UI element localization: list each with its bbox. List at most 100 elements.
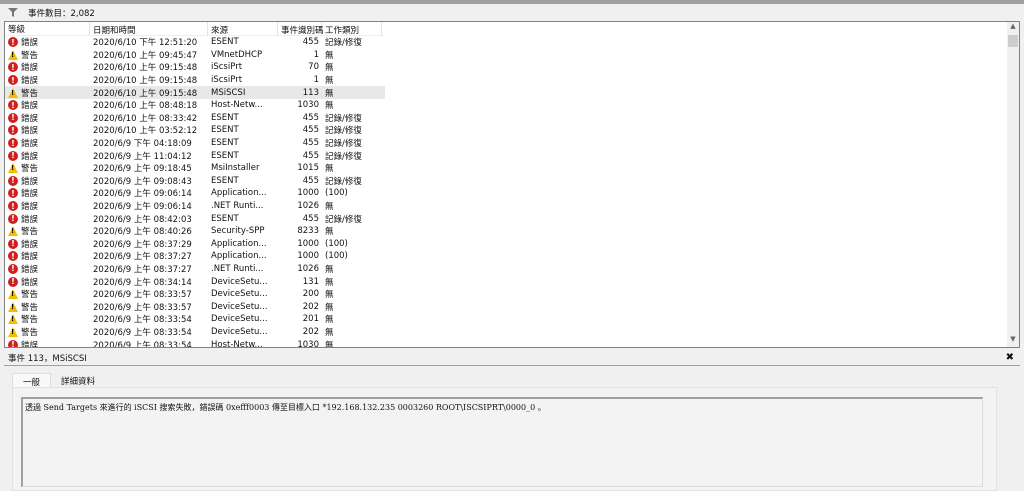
cell-category: 記錄/修復 [325,126,362,137]
cell-event-id: 1026 [297,263,319,274]
table-row[interactable]: ! 錯誤 2020/6/10 上午 08:48:18 Host-Netw... 1… [5,99,385,112]
vertical-scrollbar[interactable]: ▲ ▼ [1007,22,1019,347]
cell-level: ! 錯誤 [5,276,90,288]
error-icon: ! [8,201,18,212]
level-text: 錯誤 [21,76,39,87]
cell-event-id: 455 [302,125,319,136]
cell-source: Application... [211,238,267,249]
table-row[interactable]: ! 錯誤 2020/6/10 上午 03:52:12 ESENT 455 記錄/修… [5,124,385,137]
cell-date: 2020/6/9 上午 09:06:14 [93,189,192,200]
cell-date: 2020/6/10 上午 08:48:18 [93,101,198,112]
cell-category: 無 [325,340,334,348]
table-row[interactable]: ! 錯誤 2020/6/9 上午 08:42:03 ESENT 455 記錄/修復 [5,212,385,225]
error-icon: ! [8,263,18,274]
close-icon[interactable]: ✖ [1006,352,1014,363]
table-row[interactable]: ! 錯誤 2020/6/9 上午 08:37:27 Application... … [5,250,385,263]
cell-level: ! 錯誤 [5,112,90,124]
cell-event-id: 1026 [297,201,319,212]
level-text: 警告 [21,290,39,301]
tab-details[interactable]: 詳細資料 [51,373,105,387]
table-row[interactable]: ! 警告 2020/6/9 上午 08:33:54 DeviceSetu... 2… [5,313,385,326]
table-row[interactable]: ! 警告 2020/6/9 上午 09:18:45 MsiInstaller 10… [5,162,385,175]
cell-event-id: 455 [302,112,319,123]
cell-level: ! 錯誤 [5,74,90,86]
table-row[interactable]: ! 警告 2020/6/9 上午 08:33:57 DeviceSetu... 2… [5,300,385,313]
level-text: 錯誤 [21,340,39,348]
cell-event-id: 455 [302,37,319,48]
cell-event-id: 1015 [297,163,319,174]
cell-level: ! 錯誤 [5,250,90,262]
cell-source: iScsiPrt [211,75,243,86]
cell-category: 記錄/修復 [325,113,362,124]
cell-date: 2020/6/9 上午 08:37:27 [93,252,192,263]
cell-event-id: 202 [302,301,319,312]
cell-date: 2020/6/10 上午 09:45:47 [93,50,198,61]
table-row[interactable]: ! 錯誤 2020/6/9 上午 09:08:43 ESENT 455 記錄/修復 [5,175,385,188]
table-row[interactable]: ! 警告 2020/6/9 上午 08:33:57 DeviceSetu... 2… [5,288,385,301]
error-icon: ! [8,238,18,249]
cell-level: ! 錯誤 [5,137,90,149]
cell-category: 記錄/修復 [325,151,362,162]
table-row[interactable]: ! 錯誤 2020/6/9 上午 08:33:54 Host-Netw... 10… [5,338,385,348]
column-header-level[interactable]: 等級 [5,22,90,35]
cell-level: ! 警告 [5,162,90,174]
cell-date: 2020/6/10 下午 12:51:20 [93,38,198,49]
table-row[interactable]: ! 錯誤 2020/6/9 上午 09:06:14 Application... … [5,187,385,200]
event-list[interactable]: 等級 日期和時間 來源 事件識別碼 工作類別 ! 錯誤 2020/6/10 下午 … [4,21,1020,348]
level-text: 警告 [21,227,39,238]
warning-icon: ! [8,289,18,300]
table-row[interactable]: ! 錯誤 2020/6/10 上午 08:33:42 ESENT 455 記錄/修… [5,112,385,125]
cell-category: 無 [325,227,334,238]
cell-date: 2020/6/9 上午 08:33:57 [93,302,192,313]
column-header-source[interactable]: 來源 [208,22,278,35]
level-text: 錯誤 [21,101,39,112]
column-header-event-id[interactable]: 事件識別碼 [278,22,324,36]
detail-pane: 透過 Send Targets 來進行的 iSCSI 搜索失敗，錯誤碼 0xef… [12,387,997,491]
table-row[interactable]: ! 錯誤 2020/6/10 上午 09:15:48 iScsiPrt 1 無 [5,74,385,87]
scroll-down-icon[interactable]: ▼ [1007,335,1019,347]
cell-source: .NET Runti... [211,263,264,274]
warning-icon: ! [8,301,18,312]
column-header-date[interactable]: 日期和時間 [90,22,208,36]
toolbar: 事件數目：2,082 [0,4,1020,21]
table-row[interactable]: ! 警告 2020/6/10 上午 09:45:47 VMnetDHCP 1 無 [5,49,385,62]
filter-icon[interactable] [8,8,18,17]
scrollbar-thumb[interactable] [1008,35,1018,47]
cell-category: (100) [325,251,348,262]
cell-event-id: 201 [302,314,319,325]
level-text: 警告 [21,327,39,338]
level-text: 錯誤 [21,151,39,162]
scroll-up-icon[interactable]: ▲ [1007,22,1019,34]
cell-date: 2020/6/9 下午 04:18:09 [93,139,192,150]
cell-level: ! 錯誤 [5,99,90,111]
tab-general[interactable]: 一般 [12,373,52,388]
level-text: 錯誤 [21,189,39,200]
error-icon: ! [8,75,18,86]
table-row[interactable]: ! 錯誤 2020/6/9 下午 04:18:09 ESENT 455 記錄/修復 [5,137,385,150]
level-text: 錯誤 [21,252,39,263]
warning-icon: ! [8,87,18,98]
event-message[interactable]: 透過 Send Targets 來進行的 iSCSI 搜索失敗，錯誤碼 0xef… [21,397,983,487]
table-row[interactable]: ! 錯誤 2020/6/9 上午 09:06:14 .NET Runti... 1… [5,200,385,213]
table-row[interactable]: ! 錯誤 2020/6/9 上午 11:04:12 ESENT 455 記錄/修復 [5,149,385,162]
table-row[interactable]: ! 錯誤 2020/6/9 上午 08:37:29 Application... … [5,238,385,251]
table-row[interactable]: ! 警告 2020/6/9 上午 08:40:26 Security-SPP 82… [5,225,385,238]
cell-source: DeviceSetu... [211,314,268,325]
table-row[interactable]: ! 警告 2020/6/10 上午 09:15:48 MSiSCSI 113 無 [5,86,385,99]
cell-source: ESENT [211,213,239,224]
cell-date: 2020/6/9 上午 08:33:54 [93,315,192,326]
cell-level: ! 警告 [5,87,90,99]
event-count: 事件數目：2,082 [28,8,95,19]
table-row[interactable]: ! 錯誤 2020/6/9 上午 08:34:14 DeviceSetu... 1… [5,275,385,288]
table-row[interactable]: ! 錯誤 2020/6/9 上午 08:37:27 .NET Runti... 1… [5,263,385,276]
cell-category: 無 [325,264,334,275]
level-text: 錯誤 [21,113,39,124]
column-header-category[interactable]: 工作類別 [322,22,382,36]
table-row[interactable]: ! 錯誤 2020/6/10 上午 09:15:48 iScsiPrt 70 無 [5,61,385,74]
table-row[interactable]: ! 錯誤 2020/6/10 下午 12:51:20 ESENT 455 記錄/修… [5,36,385,49]
level-text: 警告 [21,315,39,326]
cell-category: 記錄/修復 [325,139,362,150]
table-row[interactable]: ! 警告 2020/6/9 上午 08:33:54 DeviceSetu... 2… [5,326,385,339]
cell-level: ! 錯誤 [5,213,90,225]
cell-date: 2020/6/9 上午 08:33:54 [93,327,192,338]
